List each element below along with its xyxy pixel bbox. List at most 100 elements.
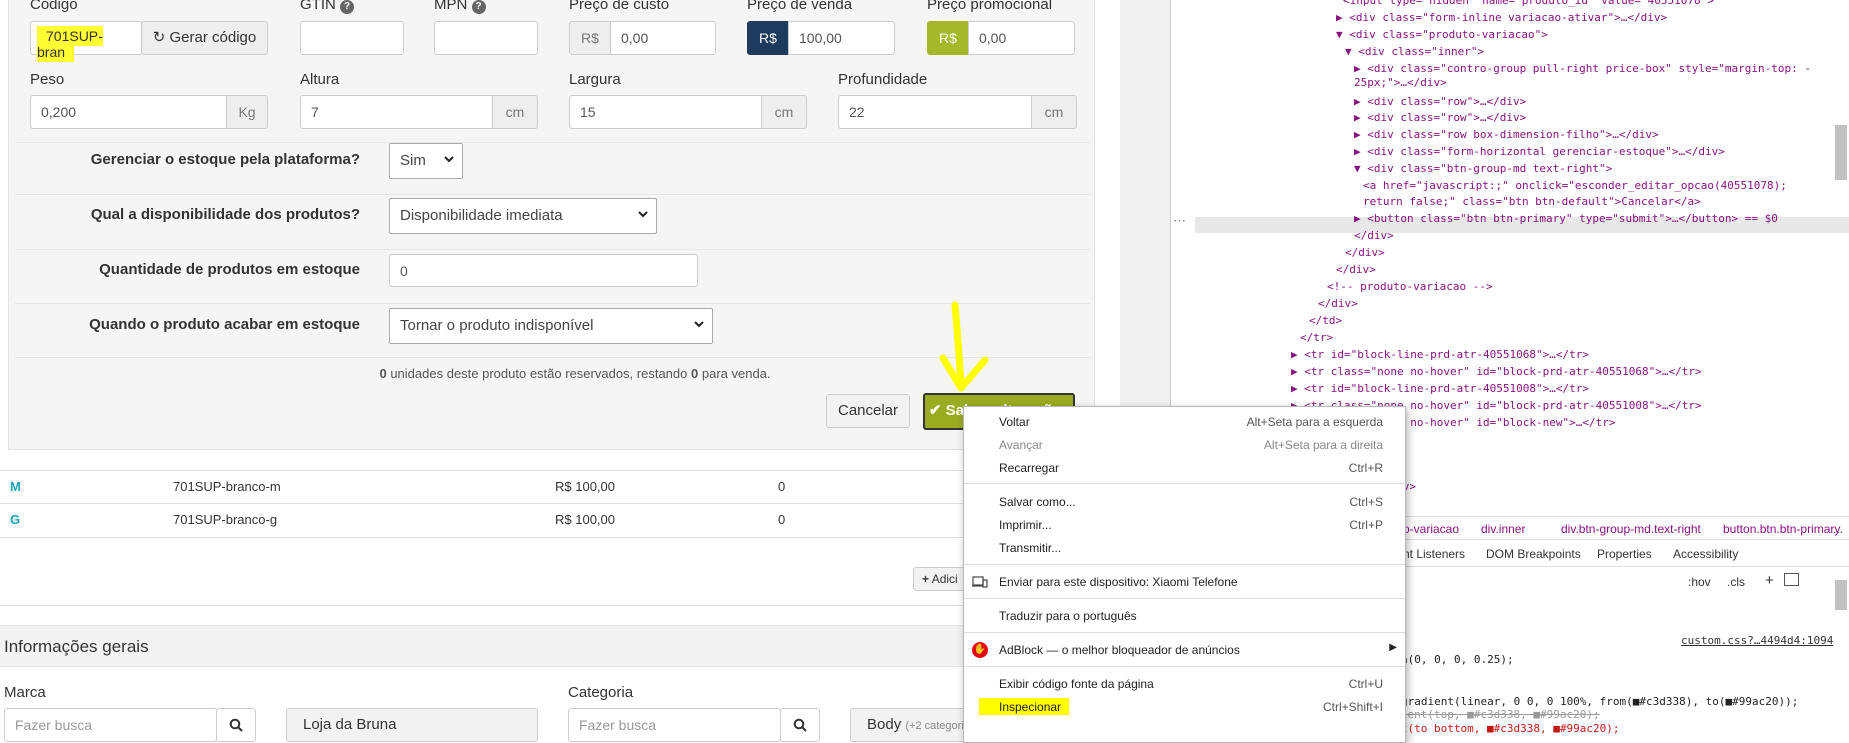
- hov-toggle[interactable]: :hov: [1688, 575, 1711, 589]
- marca-search-input[interactable]: Fazer busca: [4, 708, 217, 742]
- table-row[interactable]: M 701SUP-branco-m R$ 100,00 0: [0, 471, 1095, 503]
- peso-field[interactable]: 0,200: [30, 95, 227, 129]
- table-row[interactable]: G 701SUP-branco-g R$ 100,00 0: [0, 504, 1095, 536]
- breadcrumb-item[interactable]: button.btn.btn-primary: [1723, 522, 1840, 536]
- dom-node-line[interactable]: </td>: [1309, 314, 1342, 327]
- marca-value-button[interactable]: Loja da Bruna: [286, 708, 538, 742]
- elements-scrollbar[interactable]: [1835, 125, 1847, 180]
- currency-addon: R$: [927, 21, 969, 55]
- menu-separator: [964, 632, 1405, 633]
- dom-node-line[interactable]: 25px;">…</div>: [1354, 76, 1447, 89]
- chevron-down-icon: [444, 156, 454, 163]
- menu-separator: [964, 666, 1405, 667]
- menu-item-adblock[interactable]: ✋ AdBlock — o melhor bloqueador de anúnc…: [964, 639, 1405, 661]
- breadcrumb-item[interactable]: div.btn-group-md.text-right: [1561, 522, 1701, 536]
- tab-accessibility[interactable]: Accessibility: [1673, 547, 1738, 561]
- preco-promo-label: Preço promocional: [927, 0, 1053, 13]
- menu-item-enviar-dispositivo[interactable]: Enviar para este dispositivo: Xiaomi Tel…: [964, 571, 1405, 593]
- style-source-link[interactable]: custom.css?…4494d4:1094: [1681, 634, 1833, 647]
- divider: [15, 194, 1090, 195]
- disponibilidade-select[interactable]: Disponibilidade imediata: [389, 198, 657, 234]
- menu-item-transmitir[interactable]: Transmitir...: [964, 537, 1405, 559]
- dom-node-line[interactable]: ▶ <div class="row">…</div>: [1354, 111, 1526, 124]
- tab-dom-breakpoints[interactable]: DOM Breakpoints: [1486, 547, 1581, 561]
- divider: [15, 249, 1090, 250]
- menu-item-salvar-como[interactable]: Salvar como... Ctrl+S: [964, 491, 1405, 513]
- dom-node-line[interactable]: ▶ <button class="btn btn-primary" type="…: [1354, 212, 1778, 225]
- dom-node-line[interactable]: ▶ <tr class="none no-hover" id="block-pr…: [1291, 365, 1702, 378]
- gtin-field[interactable]: [300, 21, 404, 55]
- gtin-label: GTIN ?: [300, 0, 355, 14]
- profundidade-field[interactable]: 22: [838, 95, 1032, 129]
- dom-node-line[interactable]: ▶ <div class="contro-group pull-right pr…: [1354, 62, 1811, 75]
- dom-node-line[interactable]: return false;" class="btn btn-default">C…: [1363, 195, 1701, 208]
- styles-tabs: nt Listeners DOM Breakpoints Properties …: [1401, 541, 1849, 567]
- breadcrumb-item[interactable]: o-variacao: [1403, 522, 1459, 536]
- acabar-estoque-label: Quando o produto acabar em estoque: [89, 316, 360, 333]
- dom-node-line[interactable]: </div>: [1354, 229, 1394, 242]
- tab-event-listeners[interactable]: nt Listeners: [1403, 547, 1465, 561]
- dom-node-line[interactable]: ▶ <div class="form-horizontal gerenciar-…: [1354, 145, 1725, 158]
- search-button[interactable]: [216, 708, 256, 742]
- ellipsis-icon[interactable]: ⋯: [1173, 213, 1186, 229]
- plus-icon: +: [922, 572, 930, 586]
- dom-node-line[interactable]: ▶ <div class="row">…</div>: [1354, 95, 1526, 108]
- menu-item-recarregar[interactable]: Recarregar Ctrl+R: [964, 457, 1405, 479]
- largura-field[interactable]: 15: [569, 95, 762, 129]
- menu-item-avancar[interactable]: Avançar Alt+Seta para a direita: [964, 434, 1405, 456]
- dom-node-line[interactable]: ▶ <tr id="block-line-prd-atr-40551068">……: [1291, 348, 1589, 361]
- gerar-codigo-button[interactable]: ↻ Gerar código: [141, 21, 268, 55]
- menu-item-inspecionar[interactable]: Inspecionar Ctrl+Shift+I: [964, 696, 1405, 718]
- dom-node-line[interactable]: <input type="hidden" name="produto_id" v…: [1343, 0, 1714, 7]
- mpn-label: MPN ?: [434, 0, 486, 14]
- help-icon[interactable]: ?: [471, 0, 486, 14]
- preco-custo-field[interactable]: 0,00: [610, 21, 716, 55]
- breadcrumb-more[interactable]: ...: [1833, 522, 1843, 536]
- altura-label: Altura: [300, 71, 340, 88]
- cancel-button[interactable]: Cancelar: [826, 394, 910, 428]
- preco-promo-field[interactable]: 0,00: [968, 21, 1075, 55]
- dom-node-line[interactable]: ▼ <div class="inner">: [1345, 45, 1484, 58]
- quantidade-field[interactable]: 0: [389, 254, 698, 287]
- breadcrumb-item[interactable]: div.inner: [1481, 522, 1525, 536]
- computed-sidebar-icon[interactable]: [1784, 573, 1799, 586]
- table-divider: [0, 537, 1095, 538]
- help-icon[interactable]: ?: [340, 0, 355, 14]
- mpn-field[interactable]: [434, 21, 538, 55]
- gerenciar-estoque-select[interactable]: Sim: [389, 143, 463, 179]
- add-rule-icon[interactable]: +: [1765, 572, 1774, 589]
- menu-item-codigo-fonte[interactable]: Exibir código fonte da página Ctrl+U: [964, 673, 1405, 695]
- dom-node-line[interactable]: </div>: [1318, 297, 1358, 310]
- cls-toggle[interactable]: .cls: [1727, 575, 1745, 589]
- unit-addon: cm: [1031, 95, 1077, 129]
- altura-field[interactable]: 7: [300, 95, 493, 129]
- menu-item-voltar[interactable]: Voltar Alt+Seta para a esquerda: [964, 411, 1405, 433]
- categoria-search-input[interactable]: Fazer busca: [568, 708, 781, 742]
- preco-venda-field[interactable]: 100,00: [788, 21, 895, 55]
- unit-addon: cm: [492, 95, 538, 129]
- dom-node-line[interactable]: ▼ <div class="produto-variacao">: [1336, 28, 1548, 41]
- dom-node-line[interactable]: ▼ <div class="btn-group-md text-right">: [1354, 162, 1612, 175]
- search-button[interactable]: [780, 708, 820, 742]
- dom-node-line[interactable]: </tr>: [1300, 331, 1333, 344]
- dom-node-line[interactable]: <!-- produto-variacao -->: [1327, 280, 1493, 293]
- menu-item-traduzir[interactable]: Traduzir para o português: [964, 605, 1405, 627]
- style-line: a(0, 0, 0, 0.25);: [1401, 653, 1514, 666]
- menu-item-imprimir[interactable]: Imprimir... Ctrl+P: [964, 514, 1405, 536]
- code-cell: 701SUP-branco-g: [173, 512, 278, 527]
- codigo-field[interactable]: 701SUP-bran: [30, 21, 142, 62]
- acabar-estoque-select[interactable]: Tornar o produto indisponível: [389, 308, 713, 344]
- categoria-label: Categoria: [568, 684, 634, 701]
- dom-node-line[interactable]: ▶ <tr id="block-line-prd-atr-40551008">……: [1291, 382, 1589, 395]
- divider: [15, 303, 1090, 304]
- dom-node-line[interactable]: </div>: [1345, 246, 1385, 259]
- dom-node-line[interactable]: ▶ <div class="row box-dimension-filho">……: [1354, 128, 1659, 141]
- dom-node-line[interactable]: </div>: [1336, 263, 1376, 276]
- styles-scrollbar[interactable]: [1835, 580, 1847, 610]
- disponibilidade-label: Qual a disponibilidade dos produtos?: [90, 206, 360, 223]
- tab-properties[interactable]: Properties: [1597, 547, 1652, 561]
- dom-node-line[interactable]: ▶ <div class="form-inline variacao-ativa…: [1336, 11, 1667, 24]
- dom-node-line[interactable]: <a href="javascript:;" onclick="esconder…: [1363, 179, 1787, 192]
- marca-label: Marca: [4, 684, 46, 701]
- quantidade-label: Quantidade de produtos em estoque: [99, 261, 360, 278]
